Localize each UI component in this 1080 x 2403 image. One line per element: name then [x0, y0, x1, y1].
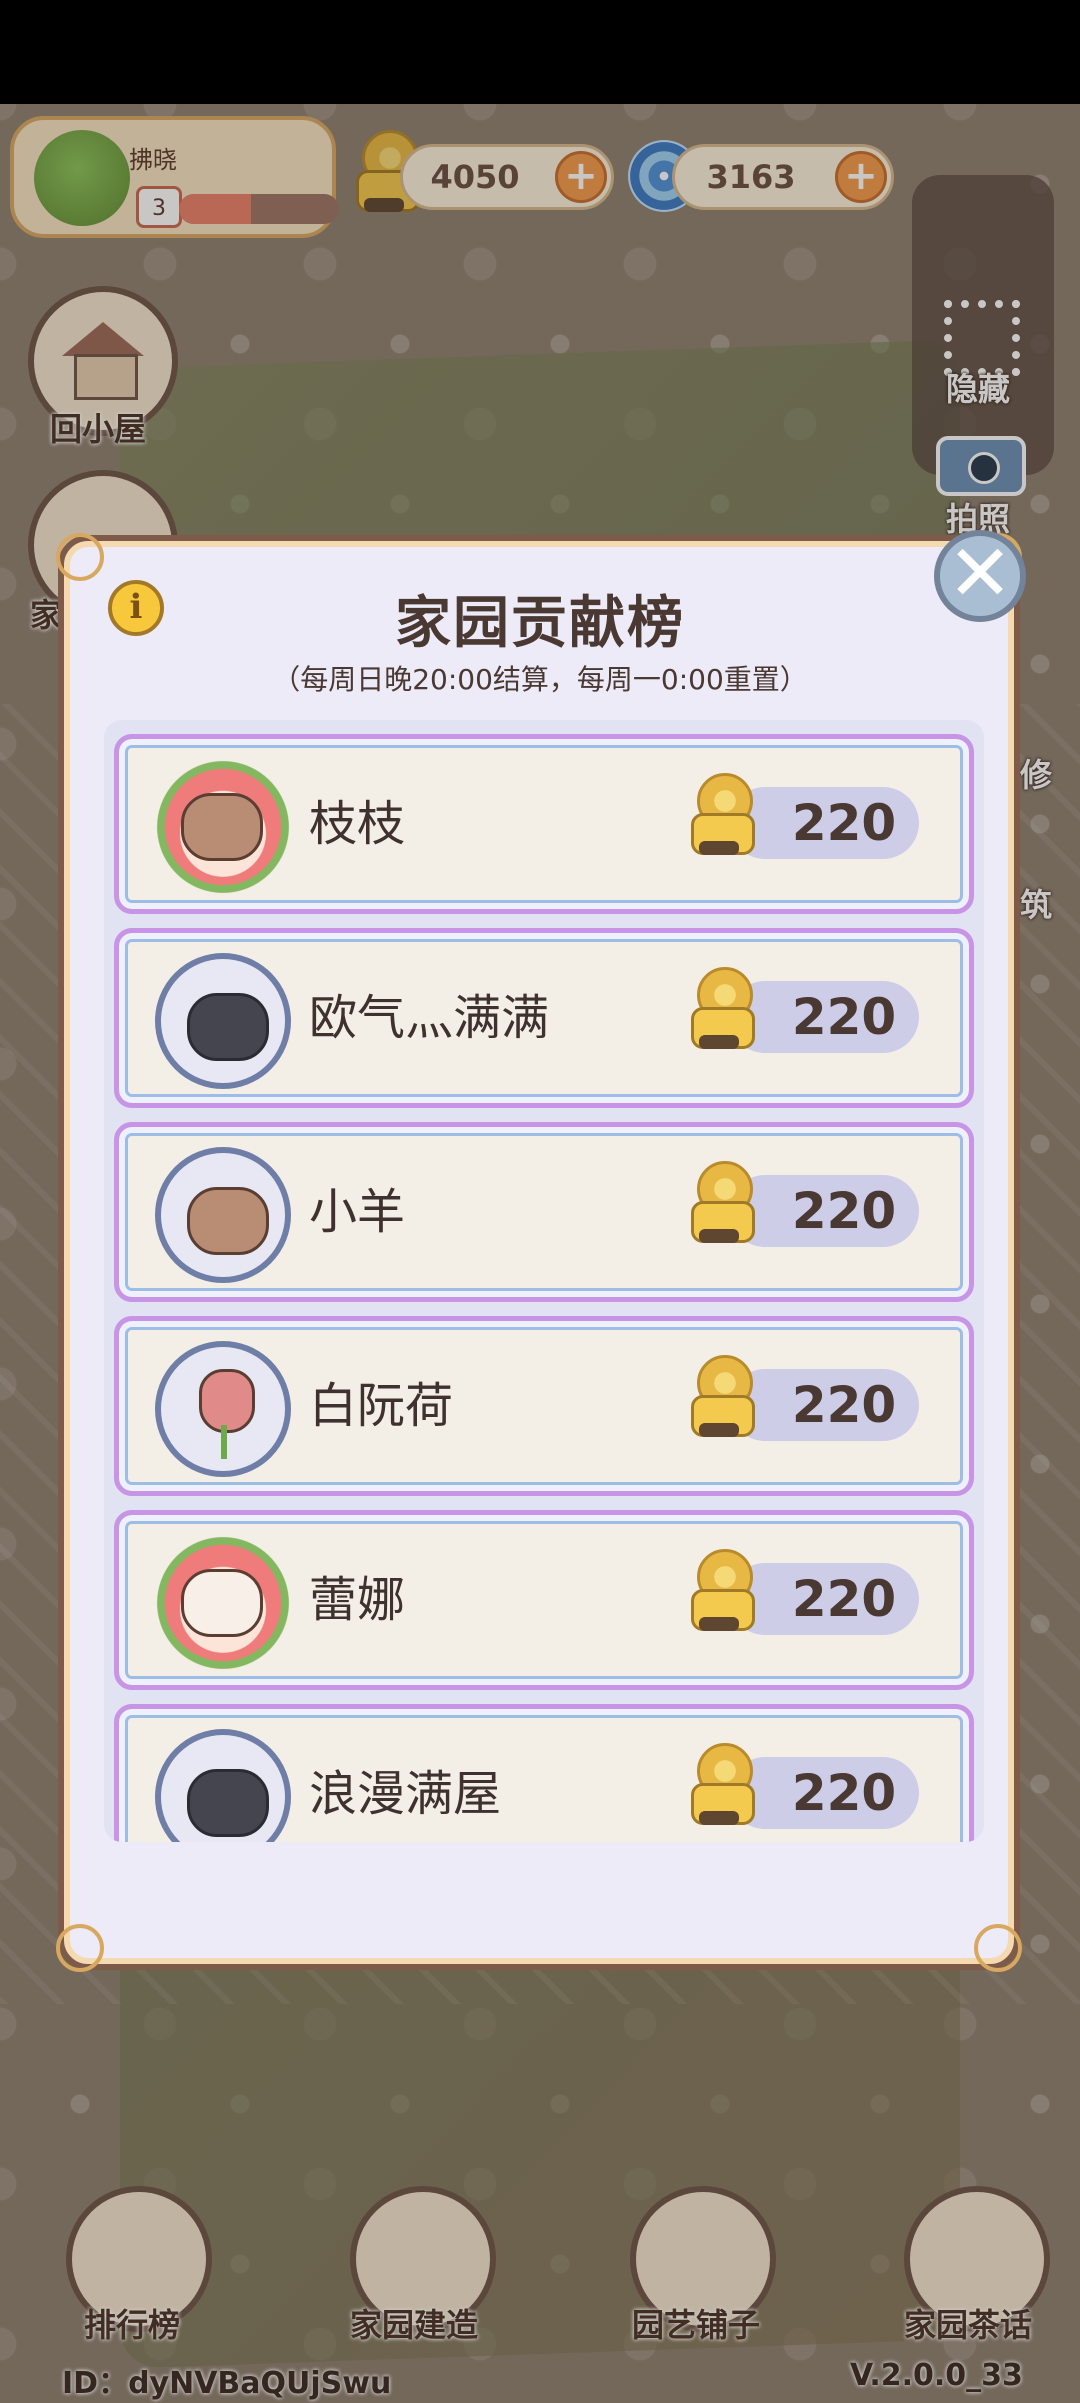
snail-coin-icon: [685, 1739, 755, 1829]
dialog-title: 家园贡献榜: [395, 591, 685, 656]
row-score: 220: [791, 988, 897, 1046]
ranking-row: 白阮荷 220: [114, 1316, 974, 1496]
snail-coin-icon: [685, 1351, 755, 1441]
avatar-penguin: [155, 953, 291, 1089]
corner-decoration: [974, 1924, 1022, 1972]
avatar-tulip: [155, 1341, 291, 1477]
snail-coin-icon: [685, 769, 755, 859]
ranking-list[interactable]: 枝枝 220 欧气灬满满 220 小羊 220 白阮荷 220 蕾娜 220 浪…: [104, 720, 984, 1842]
row-name: 浪漫满屋: [309, 1766, 502, 1822]
ranking-row: 欧气灬满满 220: [114, 928, 974, 1108]
penguin-face-icon: [187, 993, 269, 1061]
dialog-subtitle: （每周日晚20:00结算，每周一0:00重置）: [272, 663, 808, 696]
row-name: 欧气灬满满: [309, 990, 550, 1046]
row-name: 枝枝: [309, 796, 406, 852]
row-score: 220: [791, 1764, 897, 1822]
ranking-row: 小羊 220: [114, 1122, 974, 1302]
tulip-icon: [199, 1369, 255, 1433]
row-name: 白阮荷: [309, 1378, 454, 1434]
avatar-penguin: [155, 1729, 291, 1842]
snail-coin-icon: [685, 963, 755, 1053]
corner-decoration: [56, 1924, 104, 1972]
close-icon[interactable]: ✕: [934, 530, 1026, 622]
row-score: 220: [791, 1570, 897, 1628]
ranking-row: 枝枝 220: [114, 734, 974, 914]
snail-coin-icon: [685, 1157, 755, 1247]
row-name: 蕾娜: [309, 1572, 406, 1628]
bear-face-icon: [187, 1187, 269, 1255]
ranking-row: 蕾娜 220: [114, 1510, 974, 1690]
avatar-sheep-wreath: [155, 1535, 291, 1671]
row-score: 220: [791, 794, 897, 852]
sheep-face-icon: [181, 1569, 263, 1637]
avatar-bear-wreath: [155, 759, 291, 895]
penguin-face-icon: [187, 1769, 269, 1837]
snail-coin-icon: [685, 1545, 755, 1635]
status-bar: [0, 0, 1080, 104]
ranking-row: 浪漫满屋 220: [114, 1704, 974, 1842]
row-score: 220: [791, 1182, 897, 1240]
bear-face-icon: [181, 793, 263, 861]
avatar-bear: [155, 1147, 291, 1283]
corner-decoration: [56, 533, 104, 581]
row-score: 220: [791, 1376, 897, 1434]
row-name: 小羊: [309, 1184, 406, 1240]
